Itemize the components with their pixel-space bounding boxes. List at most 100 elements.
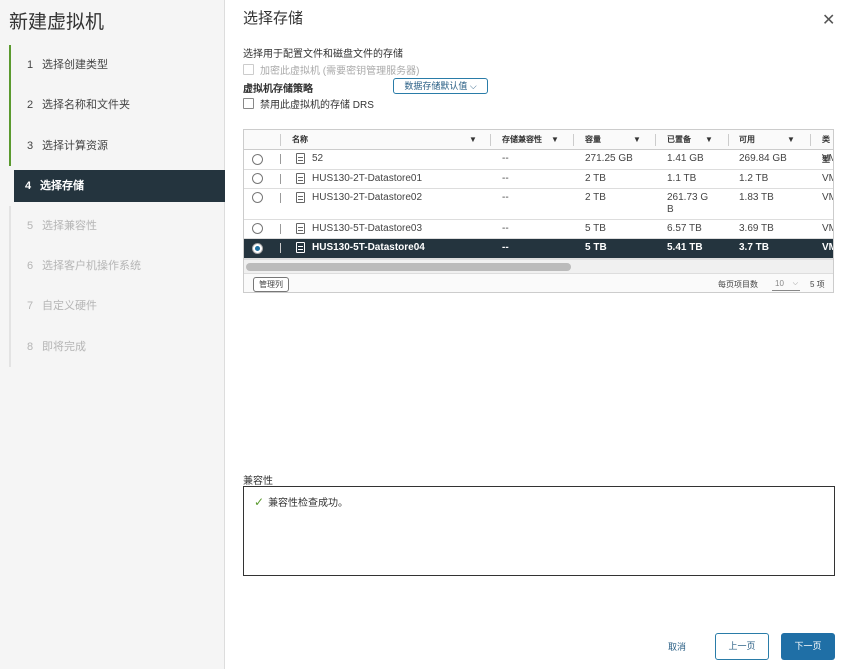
cell-provisioned: 5.41 TB: [667, 242, 703, 253]
cell-name: HUS130-2T-Datastore01: [312, 173, 423, 184]
column-header-name[interactable]: 名称: [292, 130, 308, 150]
cell-compat: --: [502, 153, 509, 164]
datastore-row[interactable]: HUS130-2T-Datastore02 -- 2 TB 261.73 G B…: [244, 189, 833, 220]
storage-policy-label: 虚拟机存储策略: [243, 84, 313, 95]
cell-type: VM: [822, 223, 833, 234]
step-number: 7: [27, 300, 34, 313]
compatibility-panel: ✓ 兼容性检查成功。: [243, 486, 835, 576]
filter-icon[interactable]: ▼: [551, 130, 559, 150]
step-number: 4: [25, 179, 32, 192]
cell-name: HUS130-5T-Datastore03: [312, 223, 423, 234]
column-separator: [280, 134, 281, 146]
cell-compat: --: [502, 242, 509, 253]
row-radio[interactable]: [252, 192, 263, 203]
encrypt-label: 加密此虚拟机 (需要密钥管理服务器): [260, 66, 420, 77]
cell-type: VM: [822, 242, 833, 253]
step-label: 即将完成: [42, 340, 86, 353]
next-button[interactable]: 下一页: [781, 633, 835, 660]
manage-columns-button[interactable]: 管理列: [253, 277, 289, 292]
wizard-step-3[interactable]: 3 选择计算资源: [9, 125, 225, 166]
step-number: 3: [27, 139, 34, 152]
row-divider: [280, 243, 281, 253]
storage-policy-select[interactable]: 数据存储默认值 ⌵: [393, 78, 488, 94]
column-header-free[interactable]: 可用: [739, 130, 755, 150]
horizontal-scrollbar[interactable]: [244, 259, 833, 273]
column-label: 已置备: [667, 135, 691, 144]
step-label: 自定义硬件: [42, 300, 97, 313]
datastore-icon: [296, 173, 305, 184]
drs-label: 禁用此虚拟机的存储 DRS: [260, 100, 374, 111]
step-label: 选择名称和文件夹: [42, 99, 130, 112]
row-radio-selected[interactable]: [252, 243, 263, 254]
filter-icon[interactable]: ▼: [787, 130, 795, 150]
encrypt-option: 加密此虚拟机 (需要密钥管理服务器): [243, 62, 419, 77]
step-number: 2: [27, 99, 34, 112]
drs-checkbox[interactable]: [243, 98, 254, 109]
step-number: 1: [27, 59, 34, 71]
step-number: 6: [27, 260, 34, 273]
filter-icon[interactable]: ▼: [705, 130, 713, 150]
close-icon[interactable]: ✕: [822, 10, 835, 30]
datastore-icon: [296, 223, 305, 234]
datastore-icon: [296, 192, 305, 203]
scrollbar-thumb[interactable]: [246, 263, 571, 271]
row-divider: [280, 154, 281, 164]
datastore-row-selected[interactable]: HUS130-5T-Datastore04 -- 5 TB 5.41 TB 3.…: [244, 239, 833, 259]
step-number: 8: [27, 340, 34, 353]
datastore-icon: [296, 242, 305, 253]
total-items: 5 项: [810, 280, 825, 289]
back-button[interactable]: 上一页: [715, 633, 769, 660]
wizard-step-7: 7 自定义硬件: [9, 286, 225, 327]
per-page-select[interactable]: 10 ⌵: [772, 277, 800, 291]
cell-name: 52: [312, 153, 324, 164]
step-label: 选择创建类型: [42, 59, 108, 71]
row-radio[interactable]: [252, 223, 263, 234]
drs-option[interactable]: 禁用此虚拟机的存储 DRS: [243, 96, 374, 111]
wizard-step-1[interactable]: 1 选择创建类型: [9, 45, 225, 86]
wizard-sidebar: 新建虚拟机 1 选择创建类型 2 选择名称和文件夹 3 选择计算资源 4 选择存储 5选…: [0, 0, 225, 669]
cell-capacity: 2 TB: [585, 173, 606, 184]
step-label: 选择计算资源: [42, 139, 108, 152]
per-page-label: 每页项目数: [718, 280, 758, 289]
row-divider: [280, 193, 281, 203]
cell-capacity: 271.25 GB: [585, 153, 633, 164]
storage-subtitle: 选择用于配置文件和磁盘文件的存储: [243, 49, 403, 60]
wizard-title: 新建虚拟机: [9, 12, 105, 33]
cell-name: HUS130-2T-Datastore02: [312, 192, 423, 203]
cell-free: 1.2 TB: [739, 173, 769, 184]
row-radio[interactable]: [252, 173, 263, 184]
column-label: 可用: [739, 135, 755, 144]
cell-capacity: 5 TB: [585, 242, 607, 253]
wizard-step-4[interactable]: 4 选择存储: [14, 169, 225, 202]
cell-capacity: 5 TB: [585, 223, 606, 234]
wizard-steps: 1 选择创建类型 2 选择名称和文件夹 3 选择计算资源 4 选择存储 5 选择兼容性 6…: [9, 45, 225, 368]
datastore-row[interactable]: 52 -- 271.25 GB 1.41 GB 269.84 GB VM: [244, 150, 833, 170]
column-header-compat[interactable]: 存储兼容性: [502, 130, 542, 150]
cancel-button[interactable]: 取消: [652, 637, 702, 657]
wizard-step-5: 5 选择兼容性: [9, 205, 225, 247]
filter-icon[interactable]: ▼: [469, 130, 477, 150]
column-label: 容量: [585, 135, 601, 144]
column-separator[interactable]: [655, 134, 656, 146]
page-title: 选择存储: [243, 10, 304, 27]
compatibility-message: ✓ 兼容性检查成功。: [254, 494, 348, 510]
column-separator[interactable]: [728, 134, 729, 146]
datastore-row[interactable]: HUS130-2T-Datastore01 -- 2 TB 1.1 TB 1.2…: [244, 170, 833, 189]
column-header-provisioned[interactable]: 已置备: [667, 130, 691, 150]
cell-provisioned: 1.1 TB: [667, 173, 697, 184]
column-label: 名称: [292, 135, 308, 144]
cell-capacity: 2 TB: [585, 192, 606, 203]
cell-free: 1.83 TB: [739, 192, 774, 203]
datastore-row[interactable]: HUS130-5T-Datastore03 -- 5 TB 6.57 TB 3.…: [244, 220, 833, 239]
column-separator[interactable]: [810, 134, 811, 146]
filter-icon[interactable]: ▼: [633, 130, 641, 150]
column-separator[interactable]: [573, 134, 574, 146]
cell-provisioned: 261.73 G B: [667, 192, 709, 215]
cell-compat: --: [502, 192, 509, 203]
wizard-step-2[interactable]: 2 选择名称和文件夹: [9, 85, 225, 126]
row-radio[interactable]: [252, 154, 263, 165]
cell-free: 3.69 TB: [739, 223, 774, 234]
column-header-capacity[interactable]: 容量: [585, 130, 601, 150]
column-header-type[interactable]: 类型: [822, 130, 833, 164]
column-separator[interactable]: [490, 134, 491, 146]
